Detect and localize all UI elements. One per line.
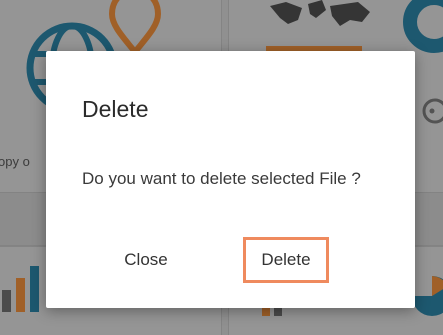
dialog-title: Delete (82, 96, 149, 122)
delete-dialog: Delete Do you want to delete selected Fi… (46, 51, 415, 308)
delete-button[interactable]: Delete (243, 237, 329, 283)
dialog-message: Do you want to delete selected File ? (82, 169, 361, 188)
close-button[interactable]: Close (102, 237, 190, 283)
